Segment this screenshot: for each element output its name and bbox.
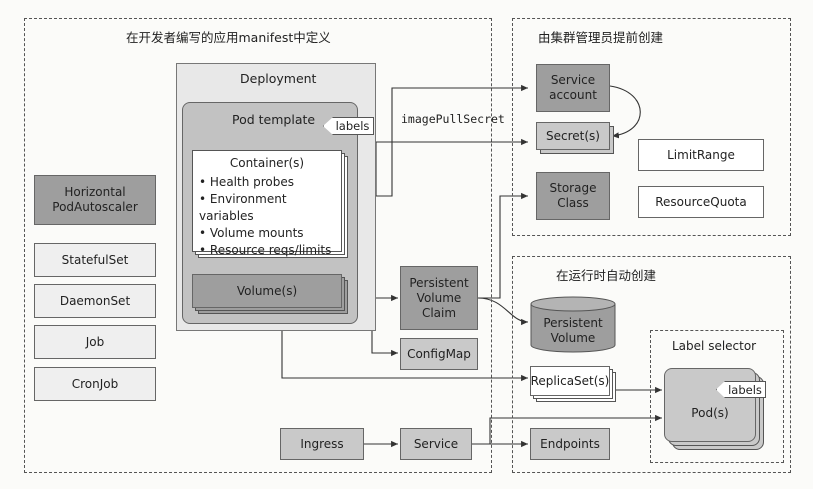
runtime-region-title: 在运行时自动创建 [556,268,657,283]
deployment-title: Deployment [240,71,317,86]
endpoints-box[interactable]: Endpoints [530,428,610,460]
secrets-box[interactable]: Secret(s) [536,122,610,150]
container-item: • Health probes [199,175,295,189]
image-pull-secret-label: imagePullSecret [401,112,505,126]
pod-template-labels-tag: labels [323,117,374,135]
ingress-box[interactable]: Ingress [280,428,364,460]
pvc-box[interactable]: Persistent Volume Claim [400,266,478,330]
resource-quota-box[interactable]: ResourceQuota [638,186,764,218]
cronjob-box[interactable]: CronJob [34,367,156,401]
limit-range-box[interactable]: LimitRange [638,139,764,171]
container-item: • Environment variables [199,192,287,223]
daemonset-box[interactable]: DaemonSet [34,284,156,318]
statefulset-box[interactable]: StatefulSet [34,243,156,277]
pods-box[interactable]: Pod(s) [664,368,756,442]
pod-template-labels-text: labels [335,119,370,133]
storage-class-box[interactable]: Storage Class [536,172,610,220]
container-item: • Resource reqs/limits [199,243,332,257]
label-selector-title: Label selector [672,339,757,353]
pod-labels-text: labels [728,382,762,397]
configmap-box[interactable]: ConfigMap [400,338,478,370]
pods-label: Pod(s) [691,406,729,420]
hpa-box[interactable]: Horizontal PodAutoscaler [34,175,156,225]
admin-region-title: 由集群管理员提前创建 [538,30,664,45]
persistent-volume-label: Persistent Volume [543,316,603,345]
service-box[interactable]: Service [400,428,472,460]
job-box[interactable]: Job [34,325,156,359]
container-item: • Volume mounts [199,226,304,240]
container-card[interactable]: Container(s) • Health probes • Environme… [192,150,342,257]
manifest-region-title: 在开发者编写的应用manifest中定义 [126,30,331,45]
replicaset-box[interactable]: ReplicaSet(s) [530,366,610,396]
pod-labels-tag: labels [716,381,766,398]
volumes-card[interactable]: Volume(s) [192,274,342,308]
pod-template-title: Pod template [232,112,316,127]
service-account-box[interactable]: Service account [536,64,610,112]
container-title: Container(s) [229,156,305,170]
